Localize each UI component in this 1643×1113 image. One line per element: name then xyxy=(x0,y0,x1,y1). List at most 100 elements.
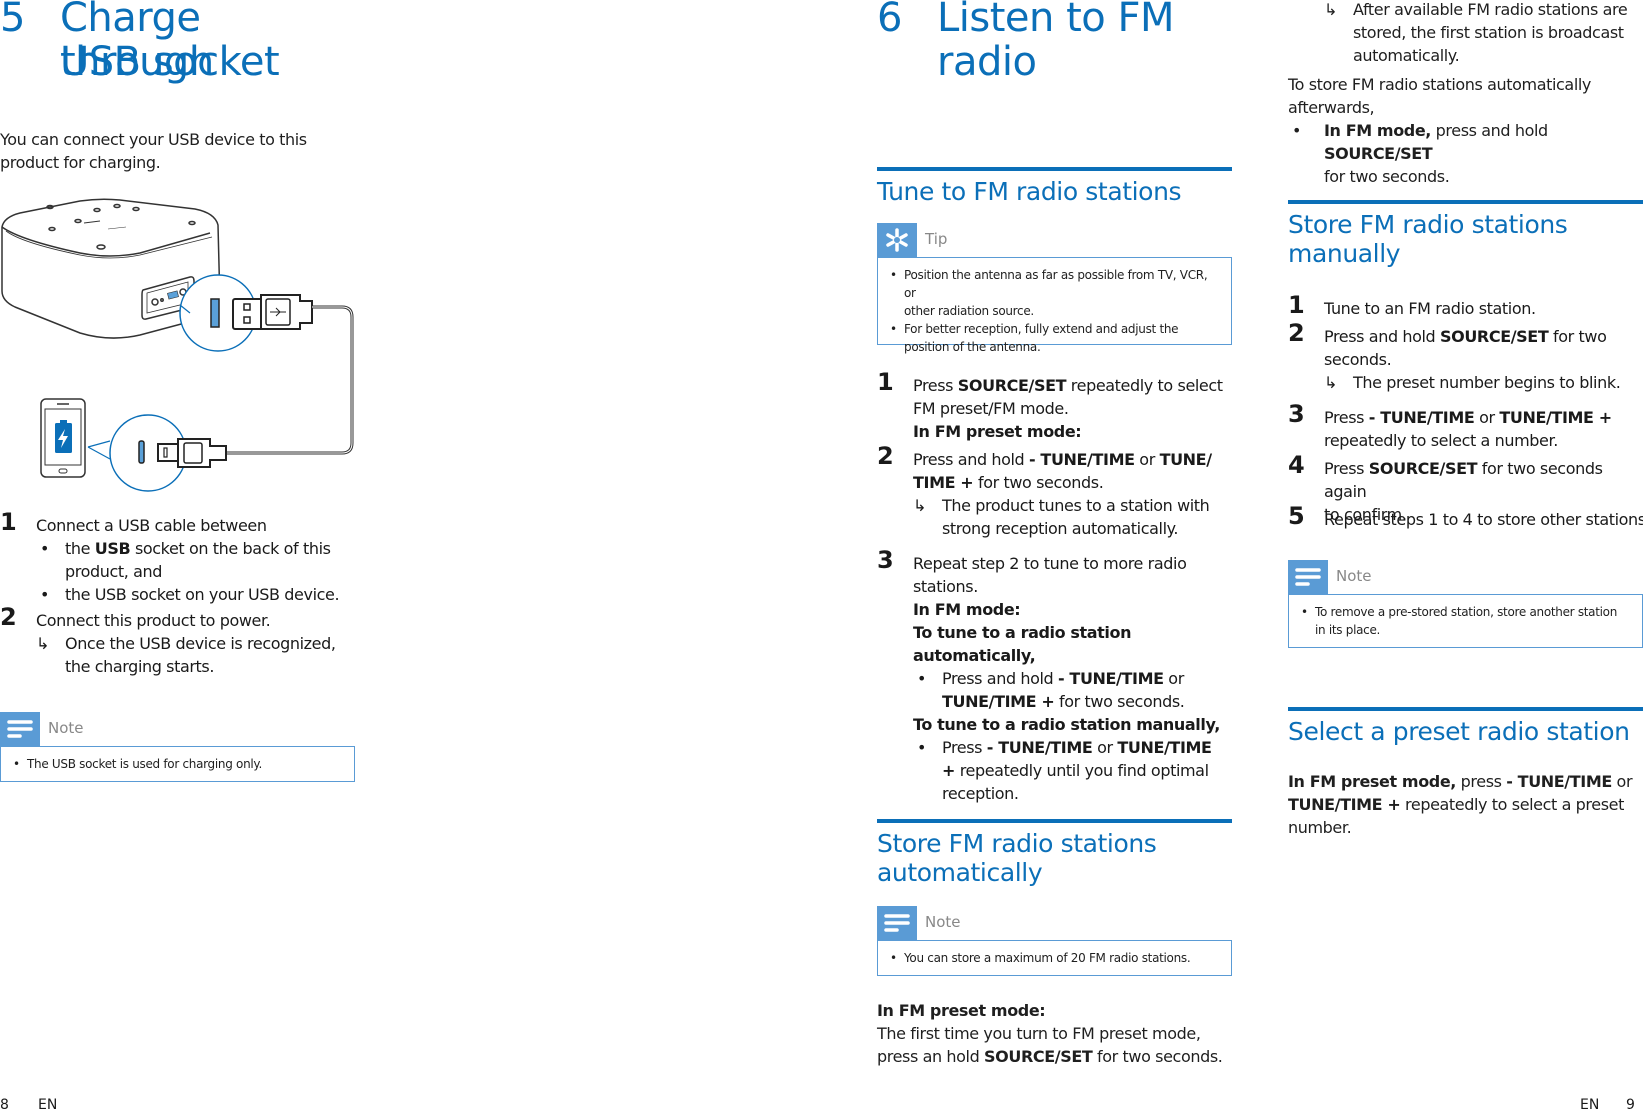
bullet-icon: • xyxy=(1292,121,1302,140)
button-label: - TUNE/TIME xyxy=(986,738,1093,757)
bullet-item: • Press - TUNE/TIME or TUNE/TIME + repea… xyxy=(913,736,1237,805)
note-label: Note xyxy=(925,913,961,931)
text: or xyxy=(1134,450,1160,469)
step-text: Connect a USB cable between xyxy=(36,516,267,535)
phone-icon xyxy=(40,398,86,478)
text: stored, the first station is broadcast xyxy=(1353,23,1624,42)
step-number: 1 xyxy=(877,368,894,396)
text: Repeat step 2 to tune to more radio xyxy=(913,554,1187,573)
text: Tune to an FM radio station. xyxy=(1324,299,1536,318)
text: in its place. xyxy=(1315,623,1381,637)
usb-a-port-zoom xyxy=(179,274,313,352)
bullet-icon: • xyxy=(1301,605,1308,619)
note-label: Note xyxy=(1336,567,1372,585)
button-label: SOURCE/SET xyxy=(957,376,1067,395)
text: Press xyxy=(942,738,987,757)
section-title-select-preset: Select a preset radio station xyxy=(1288,717,1630,746)
section-rule xyxy=(1288,200,1643,204)
text: The USB socket is used for charging only… xyxy=(27,757,263,771)
note-box: • To remove a pre-stored station, store … xyxy=(1288,594,1643,648)
bullet-icon: • xyxy=(13,757,20,771)
text: reception. xyxy=(942,784,1019,803)
section-title-tune: Tune to FM radio stations xyxy=(877,177,1182,206)
language-label-left: EN xyxy=(38,1097,58,1113)
text: The product tunes to a station with xyxy=(942,496,1210,515)
arrow-icon: ↳ xyxy=(913,496,927,515)
text: For better reception, fully extend and a… xyxy=(904,322,1179,336)
bullet-icon: • xyxy=(40,539,50,558)
note-label: Note xyxy=(48,719,84,737)
bullet-icon: • xyxy=(890,322,897,336)
language-label-right: EN xyxy=(1580,1097,1600,1113)
usb-charging-illustration xyxy=(1,198,354,492)
text: the xyxy=(65,539,95,558)
micro-usb-port-zoom xyxy=(87,414,227,492)
note-item: • To remove a pre-stored station, store … xyxy=(1299,603,1632,639)
text: press and hold xyxy=(1430,121,1549,140)
text: or xyxy=(1611,772,1633,791)
text: Press and hold xyxy=(942,669,1059,688)
text: number. xyxy=(1288,818,1352,837)
text: for two seconds. xyxy=(1054,692,1185,711)
step-text: TIME + for two seconds. xyxy=(913,471,1237,494)
text: Store FM radio stations xyxy=(877,829,1157,858)
note-item: • You can store a maximum of 20 FM radio… xyxy=(888,949,1221,967)
chapter-title-line1: Listen to FM xyxy=(937,0,1175,41)
text: press xyxy=(1455,772,1507,791)
text: Store FM radio stations xyxy=(1288,210,1568,239)
store-auto-continued: ↳ After available FM radio stations are … xyxy=(1288,0,1643,188)
button-label: TUNE/TIME + xyxy=(1499,408,1612,427)
section-rule xyxy=(877,819,1232,823)
chapter-number: 5 xyxy=(0,0,25,41)
bullet-icon: • xyxy=(917,738,927,757)
bullet-item: • In FM mode, press and hold SOURCE/SET … xyxy=(1288,119,1643,188)
text: repeatedly to select xyxy=(1066,376,1223,395)
text: stations. xyxy=(913,577,978,596)
step-number: 1 xyxy=(1288,291,1305,319)
button-label: SOURCE/SET xyxy=(1368,459,1478,478)
section-rule xyxy=(1288,707,1643,711)
button-label: - TUNE/TIME xyxy=(1029,450,1135,469)
text: To remove a pre-stored station, store an… xyxy=(1315,605,1618,619)
chapter-6-heading: 6 Listen to FM radio xyxy=(877,0,1237,86)
result-item: ↳ The preset number begins to blink. xyxy=(1324,371,1643,394)
chapter-number: 6 xyxy=(877,0,902,41)
text: strong reception automatically. xyxy=(942,519,1179,538)
text: repeatedly until you find optimal xyxy=(955,761,1209,780)
note-box: • You can store a maximum of 20 FM radio… xyxy=(877,940,1232,976)
tip-box: • Position the antenna as far as possibl… xyxy=(877,257,1232,354)
result-item: ↳ After available FM radio stations are … xyxy=(1288,0,1643,67)
note-icon xyxy=(0,712,40,746)
text: Press and hold xyxy=(913,450,1030,469)
text: Once the USB device is recognized, xyxy=(65,634,336,653)
step-text: Press and hold - TUNE/TIME or TUNE/ xyxy=(913,448,1237,471)
step-number: 2 xyxy=(1288,319,1305,347)
bullet-item: • the USB socket on your USB device. xyxy=(36,583,360,606)
text: Press xyxy=(1324,459,1369,478)
step-number: 3 xyxy=(877,546,894,574)
text: After available FM radio stations are xyxy=(1353,0,1628,19)
text: press an hold xyxy=(877,1047,985,1066)
store-auto-text: In FM preset mode: The first time you tu… xyxy=(877,999,1237,1068)
chapter-5-heading: 5 Charge through USB socket xyxy=(0,0,360,86)
button-label: TUNE/TIME + xyxy=(1288,795,1401,814)
arrow-icon: ↳ xyxy=(36,634,50,653)
text: The first time you turn to FM preset mod… xyxy=(877,1024,1201,1043)
bullet-icon: • xyxy=(40,585,50,604)
text: Press xyxy=(913,376,958,395)
select-preset-text: In FM preset mode, press - TUNE/TIME or … xyxy=(1288,770,1643,839)
text: repeatedly to select a number. xyxy=(1324,431,1558,450)
section-title-store-manual: Store FM radio stations manually xyxy=(1288,210,1568,268)
step-number: 2 xyxy=(877,442,894,470)
text: Position the antenna as far as possible … xyxy=(904,268,1208,300)
chapter-title-line2: USB socket xyxy=(60,39,280,85)
text: Repeat steps 1 to 4 to store other stati… xyxy=(1324,510,1643,529)
intro-text: You can connect your USB device to this … xyxy=(0,128,360,174)
text: other radiation source. xyxy=(904,304,1034,318)
bullet-icon: • xyxy=(890,951,897,965)
note-header: Note xyxy=(1288,560,1488,594)
tip-icon xyxy=(877,223,917,257)
subheading: To tune to a radio station manually, xyxy=(913,715,1220,734)
text: position of the antenna. xyxy=(904,340,1041,354)
step-text: Connect this product to power. xyxy=(36,611,271,630)
